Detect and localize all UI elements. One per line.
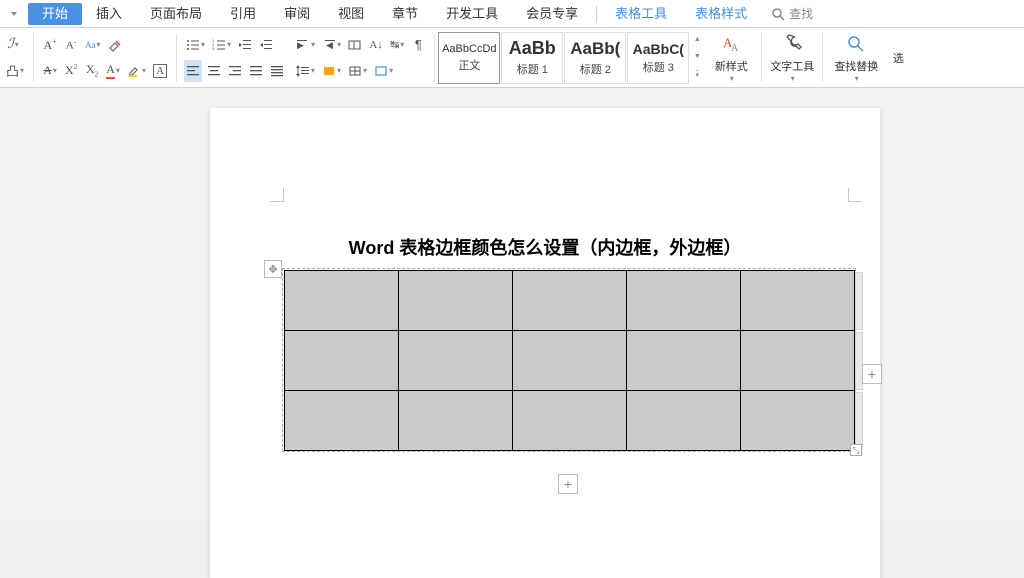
format-cell-btn[interactable]: ▾ — [372, 60, 395, 82]
search-placeholder: 查找 — [789, 5, 813, 22]
align-center-btn[interactable] — [205, 60, 223, 82]
select-label: 选 — [893, 50, 904, 66]
tab-btn[interactable]: ↹▾ — [388, 34, 406, 56]
svg-text:3: 3 — [212, 46, 215, 51]
tab-devtools[interactable]: 开发工具 — [432, 0, 512, 28]
margin-corner-tr — [848, 188, 862, 202]
style-preview: AaBbC( — [633, 41, 684, 57]
clipboard-group: ℐ▾ 凸▾ — [0, 32, 30, 84]
dropdown-leading[interactable] — [0, 2, 28, 26]
text-tools-btn[interactable]: 文字工具▾ — [765, 32, 819, 84]
row-handle[interactable] — [855, 272, 863, 330]
sort-btn[interactable]: A↓ — [367, 34, 385, 56]
tab-view[interactable]: 视图 — [324, 0, 378, 28]
style-h1[interactable]: AaBb 标题 1 — [501, 32, 563, 84]
style-h3[interactable]: AaBbC( 标题 3 — [627, 32, 689, 84]
font-color-btn[interactable]: A▾ — [104, 60, 122, 82]
style-preview: AaBb( — [570, 39, 620, 59]
svg-text:◀: ◀ — [326, 40, 333, 50]
tab-insert[interactable]: 插入 — [82, 0, 136, 28]
indent-dec-btn[interactable] — [236, 34, 254, 56]
text-effects-btn[interactable]: A — [151, 60, 169, 82]
align-left-btn[interactable] — [184, 60, 202, 82]
subscript-btn[interactable]: X2 — [83, 60, 101, 82]
tab-table-tools[interactable]: 表格工具 — [601, 0, 681, 28]
ribbon-sep — [33, 34, 34, 82]
rtl-btn[interactable]: ◀▾ — [320, 34, 343, 56]
align-justify-btn[interactable] — [247, 60, 265, 82]
line-spacing-btn[interactable]: ▾ — [294, 60, 317, 82]
search-icon — [771, 7, 785, 21]
new-style-icon: AA — [720, 33, 742, 55]
find-replace-label: 查找替换 — [834, 58, 878, 74]
format-painter-btn[interactable]: ℐ▾ — [4, 34, 22, 56]
styles-more[interactable]: ▲▼▾ — [690, 32, 704, 84]
new-style-label: 新样式 — [715, 58, 748, 74]
margin-corner-tl — [270, 188, 284, 202]
numbering-btn[interactable]: 123▾ — [210, 34, 233, 56]
style-preview: AaBb — [509, 38, 556, 59]
ribbon: ℐ▾ 凸▾ A+ A- Aa▾ A▾ X2 X2 A▾ ▾ A ▾ 123▾ — [0, 28, 1024, 88]
ltr-btn[interactable]: ▶▾ — [294, 34, 317, 56]
style-h2[interactable]: AaBb( 标题 2 — [564, 32, 626, 84]
select-btn[interactable]: 选 — [886, 32, 910, 84]
borders-btn[interactable]: ▾ — [346, 60, 369, 82]
new-style-btn[interactable]: AA 新样式▾ — [704, 32, 758, 84]
search-icon — [845, 33, 867, 55]
search-box[interactable]: 查找 — [771, 5, 813, 22]
shrink-font-btn[interactable]: A- — [62, 34, 80, 56]
ribbon-sep — [434, 34, 435, 82]
add-row-btn[interactable]: + — [558, 474, 578, 494]
distribute-btn[interactable] — [268, 60, 286, 82]
align-right-btn[interactable] — [226, 60, 244, 82]
ribbon-sep — [822, 34, 823, 82]
tab-separator — [596, 6, 597, 22]
strike-btn[interactable]: A▾ — [41, 60, 59, 82]
show-marks-btn[interactable]: ¶ — [409, 34, 427, 56]
tabstops-btn[interactable] — [346, 34, 364, 56]
paste-btn[interactable]: 凸▾ — [4, 60, 26, 82]
style-label: 标题 1 — [517, 61, 548, 77]
grow-font-btn[interactable]: A+ — [41, 34, 59, 56]
word-table[interactable] — [284, 270, 855, 451]
ribbon-sep — [761, 34, 762, 82]
style-preview: AaBbCcDd — [442, 43, 496, 55]
change-case-btn[interactable]: Aa▾ — [83, 34, 103, 56]
wrench-icon — [781, 33, 803, 55]
superscript-btn[interactable]: X2 — [62, 60, 80, 82]
ribbon-sep — [176, 34, 177, 82]
add-column-btn[interactable]: + — [862, 364, 882, 384]
clear-format-btn[interactable] — [106, 34, 124, 56]
table-move-handle[interactable]: ✥ — [264, 260, 282, 278]
tab-layout[interactable]: 页面布局 — [136, 0, 216, 28]
page[interactable]: Word 表格边框颜色怎么设置（内边框，外边框） ✥ ⤡ + + — [210, 108, 880, 578]
tab-member[interactable]: 会员专享 — [512, 0, 592, 28]
text-tools-label: 文字工具 — [770, 58, 814, 74]
find-replace-btn[interactable]: 查找替换▾ — [826, 32, 886, 84]
style-label: 标题 3 — [643, 59, 674, 75]
styles-gallery: AaBbCcDd 正文 AaBb 标题 1 AaBb( 标题 2 AaBbC( … — [438, 32, 704, 84]
style-body[interactable]: AaBbCcDd 正文 — [438, 32, 500, 84]
canvas-area[interactable]: Word 表格边框颜色怎么设置（内边框，外边框） ✥ ⤡ + + — [0, 88, 1024, 520]
highlight-btn[interactable]: ▾ — [125, 60, 148, 82]
font-group: A+ A- Aa▾ A▾ X2 X2 A▾ ▾ A — [37, 32, 173, 84]
style-label: 正文 — [458, 57, 480, 73]
tab-reference[interactable]: 引用 — [216, 0, 270, 28]
svg-text:A: A — [731, 43, 739, 54]
table-resize-handle[interactable]: ⤡ — [850, 444, 862, 456]
menu-tabs: 开始 插入 页面布局 引用 审阅 视图 章节 开发工具 会员专享 表格工具 表格… — [0, 0, 1024, 28]
tab-review[interactable]: 审阅 — [270, 0, 324, 28]
paragraph-group2: ▶▾ ◀▾ A↓ ↹▾ ¶ ▾ ▾ ▾ ▾ — [290, 32, 431, 84]
tab-chapter[interactable]: 章节 — [378, 0, 432, 28]
row-handle[interactable] — [855, 392, 863, 450]
document-title[interactable]: Word 表格边框颜色怎么设置（内边框，外边框） — [210, 234, 880, 260]
bullets-btn[interactable]: ▾ — [184, 34, 207, 56]
paragraph-group: ▾ 123▾ — [180, 32, 290, 84]
style-label: 标题 2 — [580, 61, 611, 77]
tab-table-styles[interactable]: 表格样式 — [681, 0, 761, 28]
tab-start[interactable]: 开始 — [28, 3, 82, 25]
indent-inc-btn[interactable] — [257, 34, 275, 56]
svg-text:▶: ▶ — [297, 40, 304, 50]
shading-btn[interactable]: ▾ — [320, 60, 343, 82]
